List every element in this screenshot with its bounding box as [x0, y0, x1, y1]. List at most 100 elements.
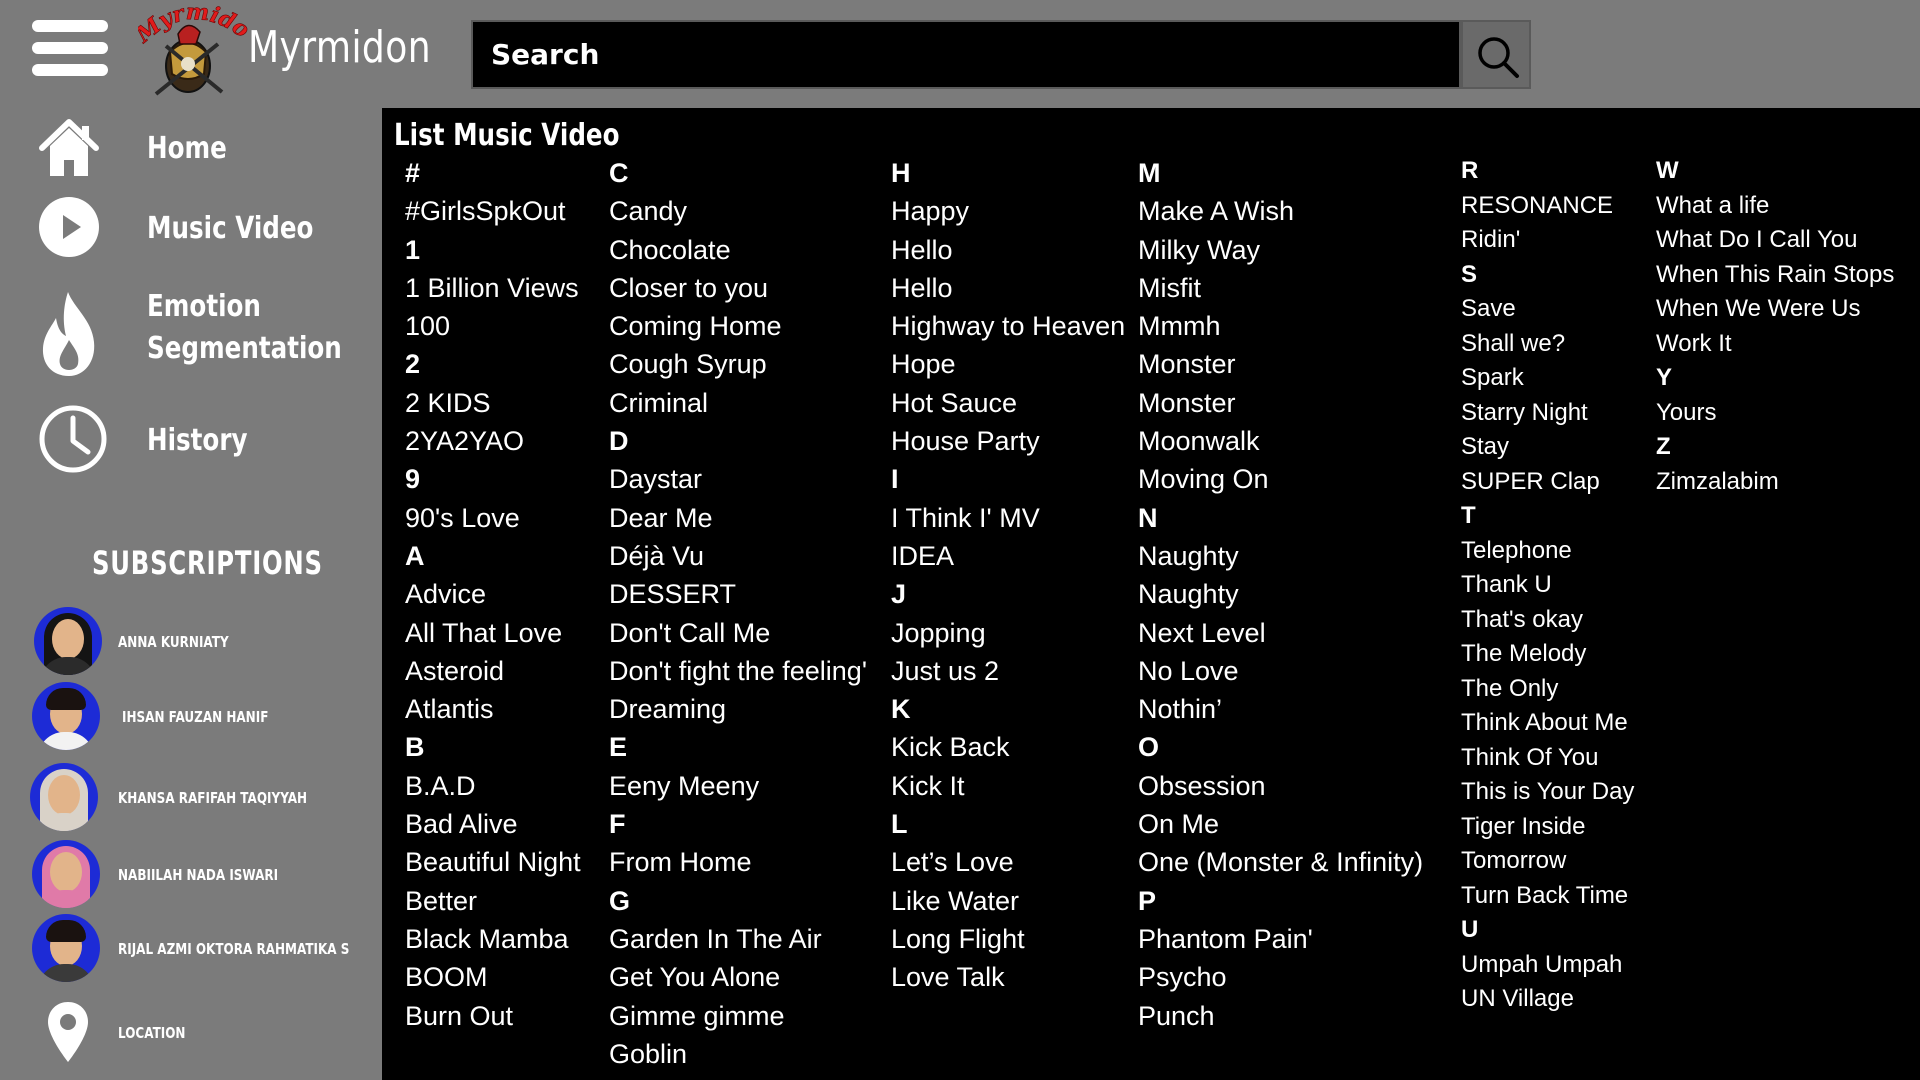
- song-link[interactable]: Psycho: [1138, 958, 1423, 996]
- sidebar-item-history[interactable]: History: [0, 400, 382, 476]
- song-link[interactable]: Save: [1461, 292, 1634, 327]
- song-link[interactable]: Hello: [891, 231, 1125, 269]
- song-link[interactable]: Tomorrow: [1461, 844, 1634, 879]
- song-link[interactable]: B.A.D: [405, 767, 581, 805]
- song-link[interactable]: This is Your Day: [1461, 775, 1634, 810]
- song-link[interactable]: Hello: [891, 269, 1125, 307]
- search-input[interactable]: [473, 22, 1459, 87]
- song-link[interactable]: Nothin’: [1138, 690, 1423, 728]
- song-link[interactable]: SUPER Clap: [1461, 465, 1634, 500]
- sidebar-item-music-video[interactable]: Music Video: [0, 194, 382, 264]
- song-link[interactable]: No Love: [1138, 652, 1423, 690]
- song-link[interactable]: That's okay: [1461, 603, 1634, 638]
- song-link[interactable]: Ridin': [1461, 223, 1634, 258]
- song-link[interactable]: UN Village: [1461, 982, 1634, 1017]
- song-link[interactable]: Dear Me: [609, 499, 867, 537]
- song-link[interactable]: Monster: [1138, 384, 1423, 422]
- song-link[interactable]: Moonwalk: [1138, 422, 1423, 460]
- song-link[interactable]: Yours: [1656, 396, 1894, 431]
- song-link[interactable]: The Only: [1461, 672, 1634, 707]
- song-link[interactable]: Stay: [1461, 430, 1634, 465]
- song-link[interactable]: Candy: [609, 192, 867, 230]
- song-link[interactable]: 90's Love: [405, 499, 581, 537]
- song-link[interactable]: Criminal: [609, 384, 867, 422]
- song-link[interactable]: Coming Home: [609, 307, 867, 345]
- sidebar-item-home[interactable]: Home: [0, 114, 382, 184]
- subscription-item[interactable]: IHSAN FAUZAN HANIF: [0, 682, 382, 752]
- song-link[interactable]: House Party: [891, 422, 1125, 460]
- song-link[interactable]: RESONANCE: [1461, 189, 1634, 224]
- song-link[interactable]: Daystar: [609, 460, 867, 498]
- song-link[interactable]: Long Flight: [891, 920, 1125, 958]
- song-link[interactable]: Closer to you: [609, 269, 867, 307]
- song-link[interactable]: Just us 2: [891, 652, 1125, 690]
- song-link[interactable]: Naughty: [1138, 537, 1423, 575]
- song-link[interactable]: Atlantis: [405, 690, 581, 728]
- song-link[interactable]: Punch: [1138, 997, 1423, 1035]
- song-link[interactable]: Misfit: [1138, 269, 1423, 307]
- song-link[interactable]: IDEA: [891, 537, 1125, 575]
- song-link[interactable]: Beautiful Night: [405, 843, 581, 881]
- song-link[interactable]: Black Mamba: [405, 920, 581, 958]
- song-link[interactable]: What Do I Call You: [1656, 223, 1894, 258]
- song-link[interactable]: 2 KIDS: [405, 384, 581, 422]
- hamburger-menu-icon[interactable]: [32, 20, 108, 76]
- song-link[interactable]: One (Monster & Infinity): [1138, 843, 1423, 881]
- song-link[interactable]: DESSERT: [609, 575, 867, 613]
- song-link[interactable]: Jopping: [891, 614, 1125, 652]
- subscription-item[interactable]: NABIILAH NADA ISWARI: [0, 840, 382, 910]
- song-link[interactable]: On Me: [1138, 805, 1423, 843]
- song-link[interactable]: Work It: [1656, 327, 1894, 362]
- song-link[interactable]: Don't fight the feeling': [609, 652, 867, 690]
- song-link[interactable]: Gimme gimme: [609, 997, 867, 1035]
- song-link[interactable]: 100: [405, 307, 581, 345]
- song-link[interactable]: Shall we?: [1461, 327, 1634, 362]
- song-link[interactable]: Bad Alive: [405, 805, 581, 843]
- song-link[interactable]: Next Level: [1138, 614, 1423, 652]
- song-link[interactable]: Tiger Inside: [1461, 810, 1634, 845]
- subscription-item[interactable]: KHANSA RAFIFAH TAQIYYAH: [0, 763, 382, 833]
- song-link[interactable]: Make A Wish: [1138, 192, 1423, 230]
- search-button[interactable]: [1461, 20, 1531, 89]
- song-link[interactable]: BOOM: [405, 958, 581, 996]
- song-link[interactable]: 2YA2YAO: [405, 422, 581, 460]
- sidebar-item-emotion-segmentation[interactable]: Emotion Segmentation: [0, 286, 382, 386]
- song-link[interactable]: What a life: [1656, 189, 1894, 224]
- sidebar-item-location[interactable]: LOCATION: [0, 996, 382, 1066]
- song-link[interactable]: Get You Alone: [609, 958, 867, 996]
- song-link[interactable]: Don't Call Me: [609, 614, 867, 652]
- song-link[interactable]: Déjà Vu: [609, 537, 867, 575]
- song-link[interactable]: Thank U: [1461, 568, 1634, 603]
- song-link[interactable]: Starry Night: [1461, 396, 1634, 431]
- song-link[interactable]: Zimzalabim: [1656, 465, 1894, 500]
- song-link[interactable]: Umpah Umpah: [1461, 948, 1634, 983]
- song-link[interactable]: Think Of You: [1461, 741, 1634, 776]
- song-link[interactable]: When We Were Us: [1656, 292, 1894, 327]
- song-link[interactable]: All That Love: [405, 614, 581, 652]
- song-link[interactable]: Milky Way: [1138, 231, 1423, 269]
- song-link[interactable]: Like Water: [891, 882, 1125, 920]
- song-link[interactable]: Think About Me: [1461, 706, 1634, 741]
- song-link[interactable]: Let’s Love: [891, 843, 1125, 881]
- song-link[interactable]: Kick It: [891, 767, 1125, 805]
- song-link[interactable]: Hot Sauce: [891, 384, 1125, 422]
- song-link[interactable]: Cough Syrup: [609, 345, 867, 383]
- song-link[interactable]: Eeny Meeny: [609, 767, 867, 805]
- song-link[interactable]: Highway to Heaven: [891, 307, 1125, 345]
- song-link[interactable]: #GirlsSpkOut: [405, 192, 581, 230]
- subscription-item[interactable]: ANNA KURNIATY: [0, 607, 382, 677]
- song-link[interactable]: 1 Billion Views: [405, 269, 581, 307]
- song-link[interactable]: Moving On: [1138, 460, 1423, 498]
- song-link[interactable]: Mmmh: [1138, 307, 1423, 345]
- song-link[interactable]: When This Rain Stops: [1656, 258, 1894, 293]
- brand-name[interactable]: Myrmidon: [248, 22, 431, 73]
- song-link[interactable]: Telephone: [1461, 534, 1634, 569]
- song-link[interactable]: Hope: [891, 345, 1125, 383]
- song-link[interactable]: Monster: [1138, 345, 1423, 383]
- song-link[interactable]: Burn Out: [405, 997, 581, 1035]
- song-link[interactable]: Naughty: [1138, 575, 1423, 613]
- song-link[interactable]: Kick Back: [891, 728, 1125, 766]
- song-link[interactable]: Better: [405, 882, 581, 920]
- song-link[interactable]: The Melody: [1461, 637, 1634, 672]
- song-link[interactable]: I Think I' MV: [891, 499, 1125, 537]
